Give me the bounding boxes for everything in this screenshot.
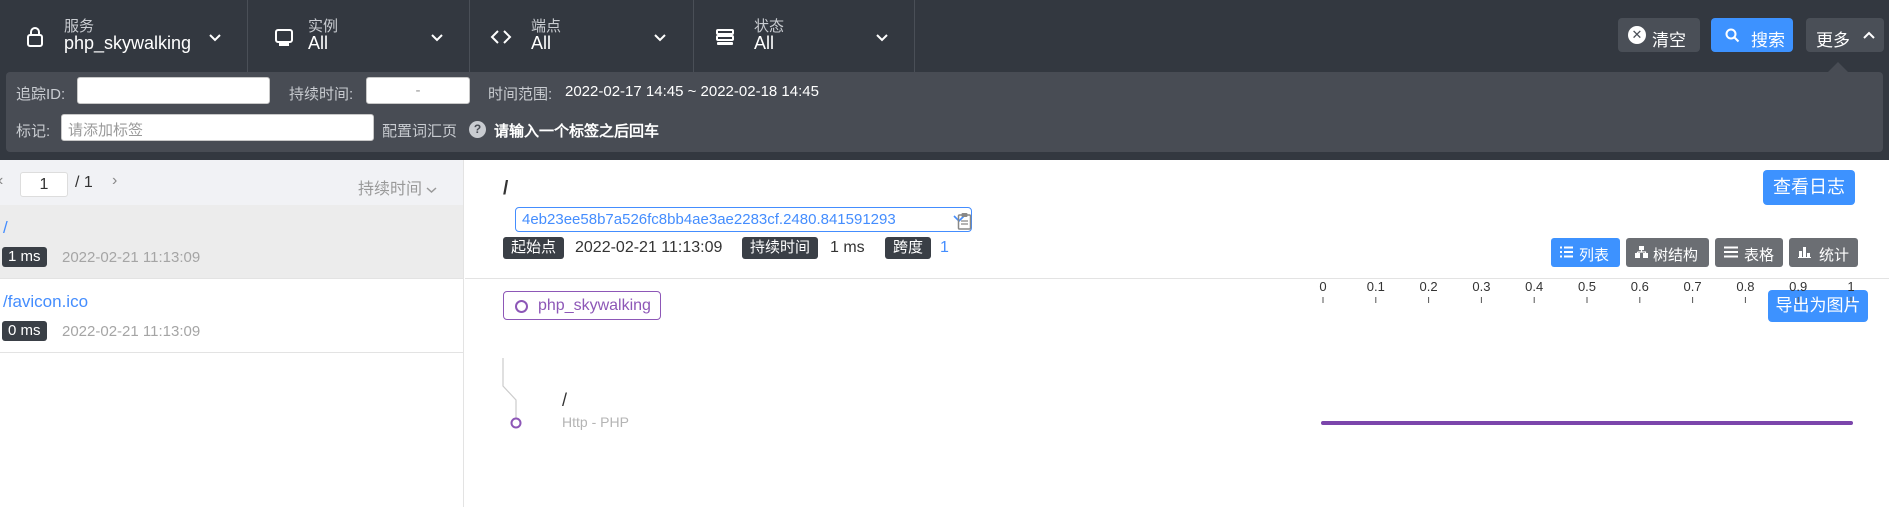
span-count-tag: 跨度 — [885, 237, 932, 259]
trace-duration-badge: 1 ms — [2, 247, 47, 267]
duration-value: 1 ms — [830, 239, 865, 256]
tree-connector — [502, 358, 517, 422]
axis-tick-label: 0.1 — [1367, 279, 1385, 294]
duration-tag: 持续时间 — [742, 237, 819, 259]
time-range-value[interactable]: 2022-02-17 14:45 ~ 2022-02-18 14:45 — [565, 83, 819, 100]
view-table-button[interactable]: 表格 — [1715, 238, 1783, 267]
search-label: 搜索 — [1751, 31, 1785, 50]
view-stats-button[interactable]: 统计 — [1789, 238, 1858, 267]
view-tree-button[interactable]: 树结构 — [1626, 238, 1709, 267]
sort-dropdown[interactable]: 持续时间 — [358, 175, 437, 199]
service-legend: php_skywalking — [503, 291, 661, 320]
axis-tick-label: 0.3 — [1472, 279, 1490, 294]
trace-id-select[interactable]: 4eb23ee58b7a526fc8bb4ae3ae2283cf.2480.84… — [515, 207, 972, 232]
view-stats-label: 统计 — [1819, 247, 1850, 264]
bar-chart-icon — [1798, 247, 1811, 258]
chevron-down-icon — [426, 187, 437, 194]
search-icon — [1725, 28, 1740, 43]
view-table-label: 表格 — [1744, 247, 1775, 264]
status-value: All — [754, 33, 775, 53]
server-icon — [275, 29, 293, 46]
table-icon — [1724, 246, 1738, 258]
axis-tick-label: 0.2 — [1420, 279, 1438, 294]
span-count-value: 1 — [940, 239, 949, 256]
sort-label: 持续时间 — [358, 181, 423, 198]
trace-duration-badge: 0 ms — [2, 321, 47, 341]
view-logs-button[interactable]: 查看日志 — [1763, 170, 1855, 205]
start-tag: 起始点 — [503, 237, 565, 259]
endpoint-value: All — [531, 33, 552, 53]
axis-tick-label: 0.4 — [1525, 279, 1543, 294]
trace-id-value: 4eb23ee58b7a526fc8bb4ae3ae2283cf.2480.84… — [522, 211, 896, 228]
trace-detail-panel: / 4eb23ee58b7a526fc8bb4ae3ae2283cf.2480.… — [465, 160, 1889, 507]
start-value: 2022-02-21 11:13:09 — [575, 239, 723, 256]
axis-tick-label: 0.6 — [1631, 279, 1649, 294]
axis-tick-label: 0 — [1319, 279, 1326, 294]
more-label: 更多 — [1816, 31, 1850, 50]
filter-bar: 服务 php_skywalking 实例 All 端点 All 状态 All ✕… — [0, 0, 1889, 72]
divider — [465, 278, 1889, 279]
trace-endpoint: /favicon.ico — [3, 292, 89, 311]
tree-icon — [1635, 246, 1648, 258]
more-panel: 追踪ID: 持续时间: - 时间范围: 2022-02-17 14:45 ~ 2… — [0, 72, 1889, 160]
trace-title: / — [503, 178, 509, 199]
chevron-left-icon[interactable]: ‹ — [0, 172, 3, 190]
pagination: ‹ 1 / 1 › 持续时间 — [0, 160, 463, 205]
clear-button[interactable]: ✕ 清空 — [1618, 18, 1700, 52]
time-range-label: 时间范围: — [488, 86, 553, 103]
span-layer: Http - PHP — [562, 414, 629, 430]
axis-tick-label: 0.8 — [1736, 279, 1754, 294]
trace-item[interactable]: /favicon.ico 0 ms 2022-02-21 11:13:09 — [0, 279, 463, 353]
service-selector[interactable]: 服务 php_skywalking — [0, 0, 248, 72]
service-value: php_skywalking — [64, 33, 192, 53]
instance-selector[interactable]: 实例 All — [249, 0, 470, 72]
export-image-button[interactable]: 导出为图片 — [1768, 290, 1868, 322]
chevron-down-icon — [209, 34, 221, 42]
clipboard-icon[interactable] — [957, 212, 972, 230]
chevron-up-icon — [1863, 31, 1875, 39]
circle-icon — [515, 300, 528, 313]
clear-label: 清空 — [1652, 31, 1686, 50]
chevron-right-icon[interactable]: › — [112, 172, 117, 190]
axis-tick-label: 0.5 — [1578, 279, 1596, 294]
trace-endpoint: / — [3, 218, 8, 237]
trace-time: 2022-02-21 11:13:09 — [62, 249, 201, 266]
more-panel-box: 追踪ID: 持续时间: - 时间范围: 2022-02-17 14:45 ~ 2… — [6, 72, 1883, 152]
status-selector[interactable]: 状态 All — [695, 0, 915, 72]
lock-icon — [27, 27, 43, 47]
close-circle-icon: ✕ — [1628, 26, 1646, 44]
service-legend-label: php_skywalking — [538, 297, 651, 314]
chevron-down-icon — [431, 34, 443, 42]
help-icon[interactable]: ? — [469, 121, 486, 138]
trace-item[interactable]: / 1 ms 2022-02-21 11:13:09 — [0, 205, 463, 279]
trace-id-input[interactable] — [77, 77, 270, 104]
endpoint-selector[interactable]: 端点 All — [471, 0, 694, 72]
search-button[interactable]: 搜索 — [1711, 18, 1793, 52]
page-total: / 1 — [75, 174, 93, 191]
tags-input[interactable]: 请添加标签 — [61, 114, 374, 141]
list-icon — [1560, 246, 1573, 258]
span-name[interactable]: / — [562, 390, 567, 411]
view-tree-label: 树结构 — [1653, 247, 1699, 264]
tags-label: 标记: — [16, 123, 51, 140]
config-vocab-link[interactable]: 配置词汇页 — [382, 120, 457, 141]
trace-id-label: 追踪ID: — [16, 86, 66, 103]
chevron-down-icon — [876, 34, 888, 42]
tags-hint: 请输入一个标签之后回车 — [494, 123, 660, 140]
view-list-label: 列表 — [1579, 247, 1610, 264]
duration-label: 持续时间: — [289, 86, 354, 103]
view-list-button[interactable]: 列表 — [1551, 238, 1620, 267]
chevron-down-icon — [654, 34, 666, 42]
trace-time: 2022-02-21 11:13:09 — [62, 323, 201, 340]
instance-value: All — [308, 33, 329, 53]
axis-tick-label: 0.7 — [1684, 279, 1702, 294]
trace-list-panel: ‹ 1 / 1 › 持续时间 / 1 ms 2022-02-21 11:13:0… — [0, 160, 464, 507]
more-panel-caret — [1828, 62, 1848, 72]
page-input[interactable]: 1 — [20, 172, 68, 197]
more-button[interactable]: 更多 — [1806, 18, 1884, 52]
duration-input[interactable]: - — [366, 77, 470, 104]
stack-icon — [716, 29, 734, 45]
span-node — [510, 417, 522, 429]
code-icon — [490, 30, 512, 44]
